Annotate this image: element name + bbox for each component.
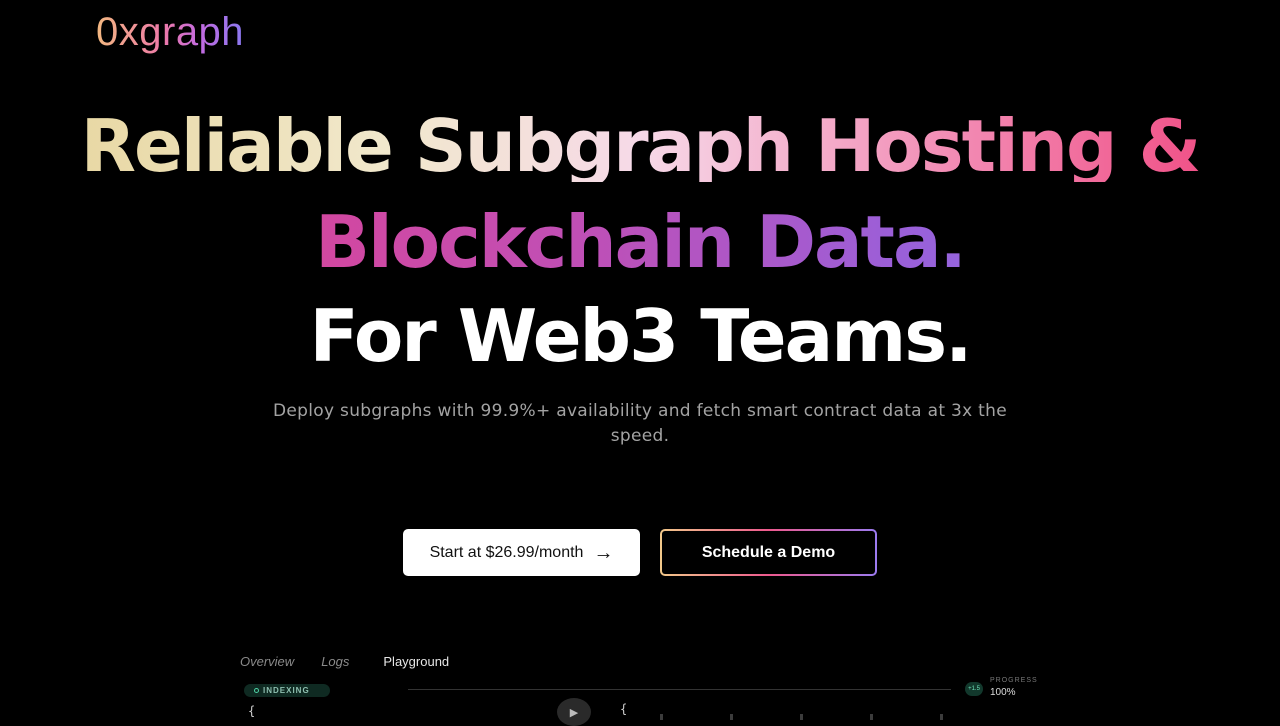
- schedule-demo-label: Schedule a Demo: [701, 543, 836, 561]
- code-brace-right: {: [620, 702, 628, 716]
- hero-headline-line-2: Blockchain Data.: [0, 206, 1280, 278]
- preview-tabs: Overview Logs Playground: [240, 654, 476, 669]
- timeline-track[interactable]: [408, 689, 951, 690]
- status-text: INDEXING: [263, 686, 310, 695]
- tab-playground[interactable]: Playground: [383, 654, 449, 669]
- play-button[interactable]: ▶: [557, 698, 591, 726]
- tab-logs[interactable]: Logs: [321, 654, 349, 669]
- hero-subtitle: Deploy subgraphs with 99.9%+ availabilit…: [273, 401, 1007, 446]
- code-brace-left: {: [248, 704, 256, 718]
- hero-headline-line-3: For Web3 Teams.: [309, 294, 973, 378]
- progress-label: PROGRESS: [990, 677, 1038, 684]
- start-pricing-button[interactable]: Start at $26.99/month →: [403, 529, 640, 576]
- code-preview-text: [660, 714, 980, 720]
- status-badge: INDEXING: [244, 684, 330, 697]
- play-icon: ▶: [569, 705, 579, 719]
- tab-overview[interactable]: Overview: [240, 654, 294, 669]
- schedule-demo-button[interactable]: Schedule a Demo: [660, 529, 877, 576]
- brand-logo[interactable]: 0xgraph: [96, 10, 244, 55]
- hero-headline-line-1: Reliable Subgraph Hosting &: [0, 110, 1280, 182]
- progress-value: 100%: [990, 687, 1016, 698]
- status-dot-icon: [254, 688, 259, 693]
- start-pricing-label: Start at $26.99/month: [429, 543, 584, 561]
- progress-icon: +1.5: [965, 682, 983, 696]
- arrow-right-icon: →: [593, 541, 614, 564]
